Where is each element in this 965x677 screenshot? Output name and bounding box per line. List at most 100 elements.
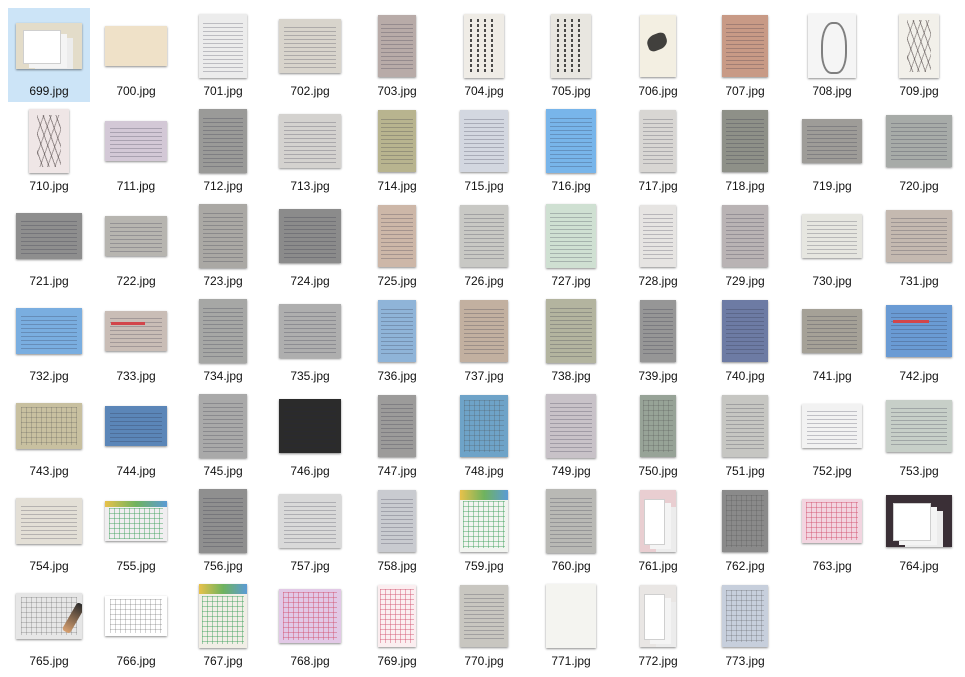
file-item[interactable]: 749.jpg <box>530 388 612 482</box>
file-name-label: 705.jpg <box>551 84 591 98</box>
file-item[interactable]: 740.jpg <box>704 293 786 387</box>
file-item[interactable]: 761.jpg <box>617 483 699 577</box>
file-item[interactable]: 763.jpg <box>791 483 873 577</box>
thumbnail-area <box>182 103 264 179</box>
file-item[interactable]: 701.jpg <box>182 8 264 102</box>
file-item[interactable]: 699.jpg <box>8 8 90 102</box>
file-item[interactable]: 728.jpg <box>617 198 699 292</box>
file-item[interactable]: 745.jpg <box>182 388 264 482</box>
file-name-label: 717.jpg <box>638 179 678 193</box>
file-item[interactable]: 730.jpg <box>791 198 873 292</box>
file-item[interactable]: 732.jpg <box>8 293 90 387</box>
file-item[interactable]: 769.jpg <box>356 578 438 672</box>
file-item[interactable]: 716.jpg <box>530 103 612 197</box>
file-item[interactable]: 714.jpg <box>356 103 438 197</box>
file-item[interactable]: 748.jpg <box>443 388 525 482</box>
file-item[interactable]: 771.jpg <box>530 578 612 672</box>
file-name-label: 770.jpg <box>464 654 504 668</box>
file-item[interactable]: 772.jpg <box>617 578 699 672</box>
file-item[interactable]: 723.jpg <box>182 198 264 292</box>
file-item[interactable]: 726.jpg <box>443 198 525 292</box>
file-item[interactable]: 760.jpg <box>530 483 612 577</box>
file-item[interactable]: 750.jpg <box>617 388 699 482</box>
file-item[interactable]: 767.jpg <box>182 578 264 672</box>
file-name-label: 738.jpg <box>551 369 591 383</box>
grid-paper-texture <box>642 399 674 453</box>
file-item[interactable]: 747.jpg <box>356 388 438 482</box>
file-name-label: 757.jpg <box>290 559 330 573</box>
image-thumbnail <box>640 585 676 647</box>
file-item[interactable]: 702.jpg <box>269 8 351 102</box>
file-item[interactable]: 742.jpg <box>878 293 960 387</box>
file-item[interactable]: 727.jpg <box>530 198 612 292</box>
file-item[interactable]: 704.jpg <box>443 8 525 102</box>
file-item[interactable]: 733.jpg <box>95 293 177 387</box>
file-item[interactable]: 729.jpg <box>704 198 786 292</box>
file-item[interactable]: 705.jpg <box>530 8 612 102</box>
file-item[interactable]: 722.jpg <box>95 198 177 292</box>
file-item[interactable]: 743.jpg <box>8 388 90 482</box>
file-item[interactable]: 737.jpg <box>443 293 525 387</box>
file-item[interactable]: 764.jpg <box>878 483 960 577</box>
cover-banner <box>199 584 247 595</box>
image-thumbnail <box>640 490 676 552</box>
file-item[interactable]: 720.jpg <box>878 103 960 197</box>
file-item[interactable]: 753.jpg <box>878 388 960 482</box>
file-item[interactable]: 703.jpg <box>356 8 438 102</box>
file-item[interactable]: 718.jpg <box>704 103 786 197</box>
file-item[interactable]: 738.jpg <box>530 293 612 387</box>
thumbnail-area <box>182 483 264 559</box>
file-item[interactable]: 712.jpg <box>182 103 264 197</box>
file-item[interactable]: 770.jpg <box>443 578 525 672</box>
image-thumbnail <box>722 110 768 172</box>
file-item[interactable]: 766.jpg <box>95 578 177 672</box>
file-item[interactable]: 751.jpg <box>704 388 786 482</box>
file-item[interactable]: 754.jpg <box>8 483 90 577</box>
file-item[interactable]: 744.jpg <box>95 388 177 482</box>
file-item[interactable]: 709.jpg <box>878 8 960 102</box>
image-thumbnail <box>722 300 768 362</box>
file-item[interactable]: 752.jpg <box>791 388 873 482</box>
file-item[interactable]: 759.jpg <box>443 483 525 577</box>
file-item[interactable]: 736.jpg <box>356 293 438 387</box>
file-item[interactable]: 735.jpg <box>269 293 351 387</box>
text-lines-texture <box>381 496 413 546</box>
file-item[interactable]: 765.jpg <box>8 578 90 672</box>
image-thumbnail <box>16 23 82 69</box>
file-item[interactable]: 713.jpg <box>269 103 351 197</box>
thumbnail-area <box>269 293 351 369</box>
thumbnail-area <box>8 103 90 179</box>
file-item[interactable]: 768.jpg <box>269 578 351 672</box>
text-lines-texture <box>806 218 858 254</box>
file-item[interactable]: 717.jpg <box>617 103 699 197</box>
file-item[interactable]: 711.jpg <box>95 103 177 197</box>
image-thumbnail <box>105 596 167 636</box>
file-item[interactable]: 708.jpg <box>791 8 873 102</box>
file-item[interactable]: 746.jpg <box>269 388 351 482</box>
file-item[interactable]: 734.jpg <box>182 293 264 387</box>
file-item[interactable]: 719.jpg <box>791 103 873 197</box>
file-item[interactable]: 724.jpg <box>269 198 351 292</box>
file-item[interactable]: 731.jpg <box>878 198 960 292</box>
file-item[interactable]: 707.jpg <box>704 8 786 102</box>
green-grid-paper-texture <box>201 595 245 645</box>
file-item[interactable]: 741.jpg <box>791 293 873 387</box>
file-item[interactable]: 706.jpg <box>617 8 699 102</box>
file-item[interactable]: 757.jpg <box>269 483 351 577</box>
file-item[interactable]: 700.jpg <box>95 8 177 102</box>
image-thumbnail <box>460 110 508 172</box>
file-item[interactable]: 762.jpg <box>704 483 786 577</box>
file-item[interactable]: 710.jpg <box>8 103 90 197</box>
file-item[interactable]: 773.jpg <box>704 578 786 672</box>
file-item[interactable]: 721.jpg <box>8 198 90 292</box>
file-item[interactable]: 755.jpg <box>95 483 177 577</box>
file-item[interactable]: 715.jpg <box>443 103 525 197</box>
ink-painting-shape <box>645 30 670 53</box>
grid-paper-texture <box>109 599 163 633</box>
file-item[interactable]: 756.jpg <box>182 483 264 577</box>
file-item[interactable]: 758.jpg <box>356 483 438 577</box>
thumbnail-area <box>878 198 960 274</box>
file-item[interactable]: 725.jpg <box>356 198 438 292</box>
image-thumbnail <box>279 589 341 643</box>
file-item[interactable]: 739.jpg <box>617 293 699 387</box>
